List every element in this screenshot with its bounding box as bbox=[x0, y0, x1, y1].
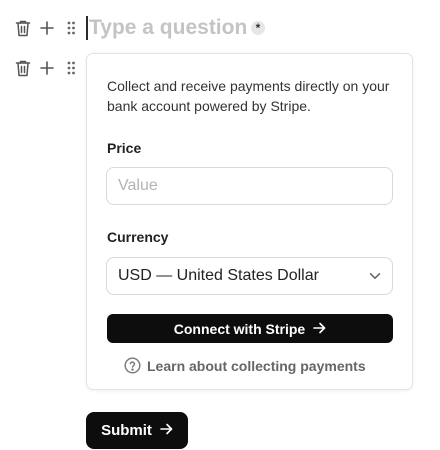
arrow-right-icon bbox=[160, 422, 173, 439]
required-toggle[interactable]: * bbox=[251, 21, 265, 35]
plus-icon[interactable] bbox=[38, 58, 56, 78]
currency-label: Currency bbox=[107, 229, 169, 245]
payment-description: Collect and receive payments directly on… bbox=[107, 78, 390, 114]
question-row-controls bbox=[14, 18, 80, 38]
arrow-right-icon bbox=[313, 321, 326, 337]
connect-stripe-label: Connect with Stripe bbox=[173, 320, 306, 337]
learn-payments-label: Learn about collecting payments bbox=[147, 357, 366, 374]
trash-icon[interactable] bbox=[14, 58, 32, 78]
text-cursor bbox=[86, 16, 88, 40]
connect-stripe-button[interactable]: Connect with Stripe bbox=[107, 314, 393, 343]
currency-select[interactable]: USD — United States Dollar bbox=[106, 257, 393, 295]
drag-handle-icon[interactable] bbox=[62, 18, 80, 38]
price-label: Price bbox=[107, 140, 142, 156]
submit-label: Submit bbox=[101, 422, 152, 439]
submit-button[interactable]: Submit bbox=[86, 412, 188, 449]
plus-icon[interactable] bbox=[38, 18, 56, 38]
chevron-down-icon bbox=[369, 272, 381, 280]
question-title-line: * bbox=[86, 13, 265, 43]
payment-block-card: Collect and receive payments directly on… bbox=[86, 53, 413, 390]
price-input[interactable] bbox=[106, 167, 393, 205]
currency-selected-value: USD — United States Dollar bbox=[118, 267, 319, 284]
learn-payments-link[interactable]: Learn about collecting payments bbox=[124, 357, 366, 374]
payment-row-controls bbox=[14, 58, 80, 78]
trash-icon[interactable] bbox=[14, 18, 32, 38]
drag-handle-icon[interactable] bbox=[62, 58, 80, 78]
help-circle-icon bbox=[124, 357, 141, 374]
question-title-input[interactable] bbox=[89, 16, 247, 40]
